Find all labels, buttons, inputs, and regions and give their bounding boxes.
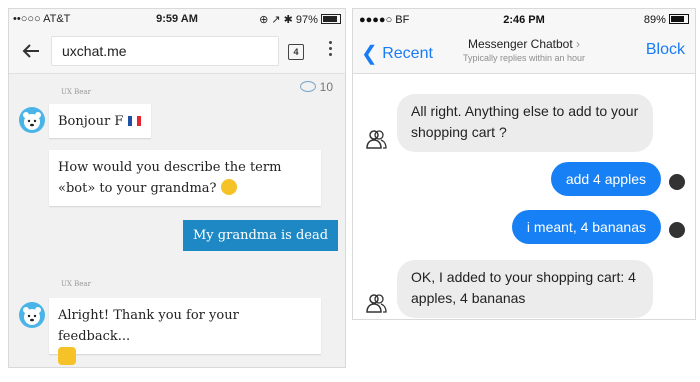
bot-profile-icon — [366, 294, 387, 313]
conversation-title[interactable]: Messenger Chatbot › — [353, 37, 695, 51]
conversation-subtitle: Typically replies within an hour — [462, 53, 586, 63]
navigation-bar: ❮ Recent Messenger Chatbot › Typically r… — [353, 31, 695, 74]
viewer-count-value: 10 — [319, 80, 333, 94]
viewer-count: 10 — [300, 80, 333, 94]
france-flag-icon — [127, 112, 142, 126]
title-text: Messenger Chatbot — [467, 37, 573, 51]
battery-label: ⊕ ↗ ✱ 97% — [259, 13, 341, 26]
status-bar: ●●●●○ BF 2:46 PM 89% — [353, 9, 695, 31]
bot-message: How would you describe the term «bot» to… — [49, 150, 321, 206]
bear-avatar — [19, 302, 45, 328]
bear-avatar — [19, 107, 45, 133]
user-avatar — [669, 174, 685, 190]
right-phone-screen: ●●●●○ BF 2:46 PM 89% ❮ Recent Messenger … — [352, 8, 696, 320]
battery-label: 89% — [644, 14, 689, 26]
tab-switcher-button[interactable]: 4 — [288, 44, 304, 60]
thumbs-up-icon — [58, 347, 76, 365]
bot-message: Alright! Thank you for your feedback... — [49, 298, 321, 365]
battery-percent: 97% — [295, 14, 318, 26]
block-button[interactable]: Block — [646, 41, 685, 59]
message-text: Alright! Thank you for your feedback... — [58, 308, 239, 344]
back-arrow-icon[interactable] — [19, 39, 43, 63]
sender-name: UX Bear — [61, 280, 91, 288]
chevron-right-icon: › — [576, 37, 581, 51]
user-avatar — [669, 222, 685, 238]
user-message: add 4 apples — [550, 162, 661, 196]
message-text: Bonjour F — [58, 114, 124, 129]
battery-percent: 89% — [643, 14, 666, 26]
bot-message: All right. Anything else to add to your … — [397, 94, 653, 152]
alarm-icon: ⊕ ↗ ✱ — [259, 14, 296, 26]
user-message: i meant, 4 bananas — [511, 210, 661, 244]
thinking-face-icon — [220, 179, 237, 195]
left-phone-screen: ••○○○ AT&T 9:59 AM ⊕ ↗ ✱ 97% uxchat.me 4… — [8, 8, 346, 368]
battery-icon — [321, 14, 341, 24]
browser-toolbar: uxchat.me 4 — [9, 29, 345, 74]
bot-message: OK, I added to your shopping cart: 4 app… — [397, 260, 653, 318]
message-text: How would you describe the term «bot» to… — [58, 160, 282, 196]
sender-name: UX Bear — [61, 88, 91, 96]
battery-icon — [669, 14, 689, 24]
bot-profile-icon — [366, 130, 387, 149]
address-bar[interactable]: uxchat.me — [51, 36, 279, 66]
chat-area: All right. Anything else to add to your … — [353, 74, 695, 319]
overflow-menu-icon[interactable] — [329, 41, 333, 59]
status-bar: ••○○○ AT&T 9:59 AM ⊕ ↗ ✱ 97% — [9, 9, 345, 29]
bot-message: Bonjour F — [49, 104, 151, 138]
eye-icon — [300, 81, 317, 92]
user-message: My grandma is dead — [183, 220, 339, 251]
chat-area: 10 UX Bear Bonjour F How would you descr… — [9, 74, 345, 365]
